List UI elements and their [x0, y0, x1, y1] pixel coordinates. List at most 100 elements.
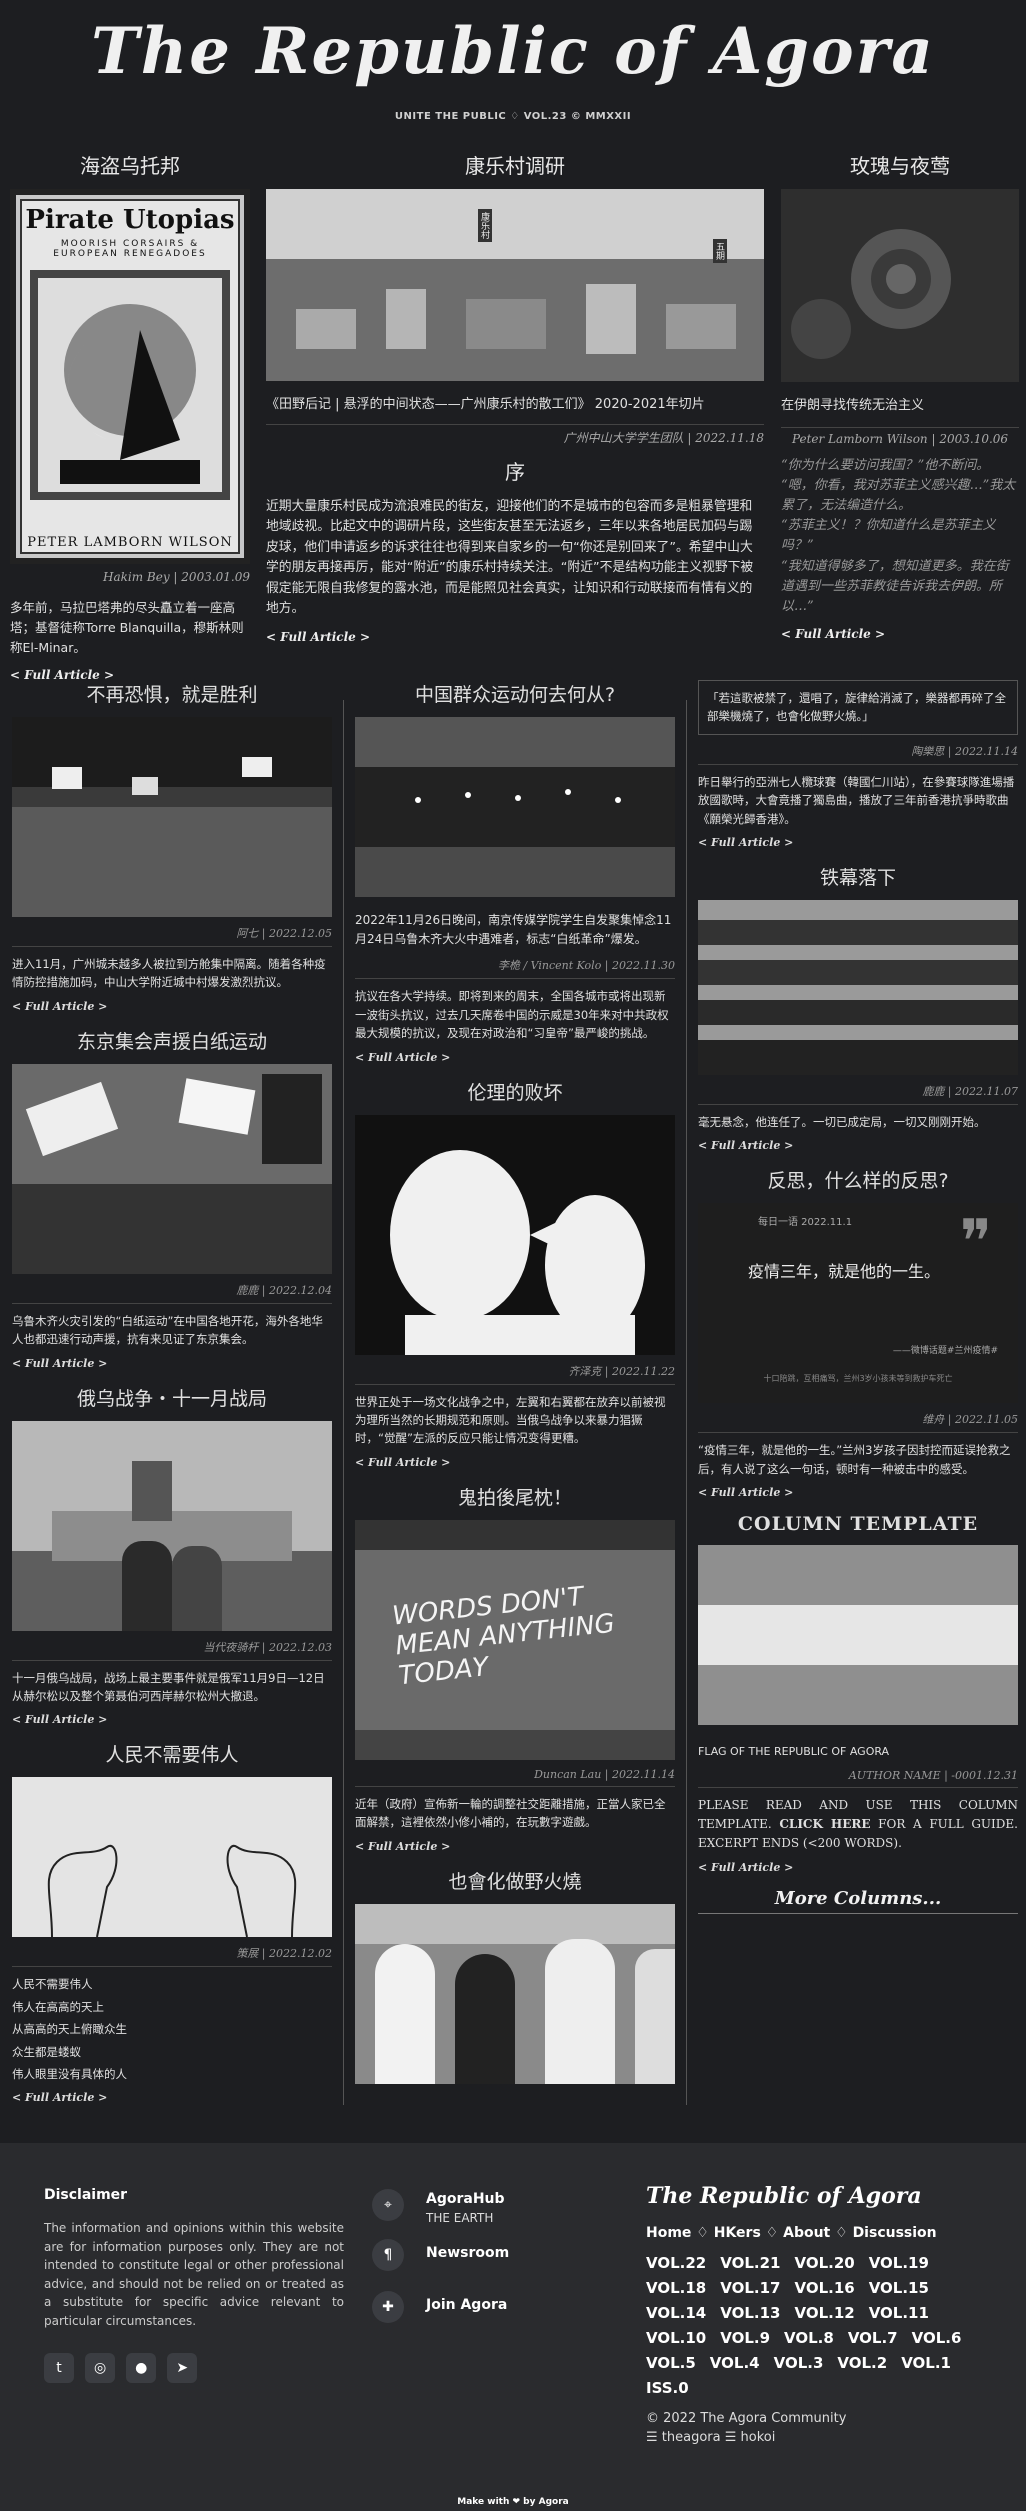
article-title[interactable]: 伦理的败坏: [355, 1078, 675, 1105]
volume-link[interactable]: VOL.10: [646, 2329, 706, 2347]
full-article-link[interactable]: < Full Article >: [355, 1840, 675, 1853]
volume-link[interactable]: VOL.2: [837, 2354, 887, 2372]
link-about[interactable]: About: [783, 2225, 830, 2241]
nav-agorahub[interactable]: AgoraHub: [426, 2191, 505, 2207]
volume-link[interactable]: VOL.16: [794, 2279, 854, 2297]
quote-card-footer: 十口陪跳，互相痛骂，兰州3岁小孩未等到救护车死亡: [763, 1374, 953, 1384]
twitter-icon[interactable]: t: [44, 2352, 74, 2383]
volume-link[interactable]: VOL.13: [720, 2304, 780, 2322]
full-article-link[interactable]: < Full Article >: [355, 1051, 675, 1064]
article-title[interactable]: 中国群众运动何去何从?: [355, 680, 675, 707]
cover-subtitle: MOORISH CORSAIRS & EUROPEAN RENEGADOES: [53, 239, 207, 259]
cover-title: Pirate Utopias: [25, 205, 235, 235]
article-title[interactable]: 也會化做野火燒: [355, 1867, 675, 1894]
columns-section: 不再恐惧，就是胜利 阿七 | 2022.12.05 进入11月，广州城未越多人被…: [0, 680, 1026, 2120]
volume-link[interactable]: VOL.21: [720, 2254, 780, 2272]
tokyo-rally-photo[interactable]: [12, 1063, 332, 1274]
link-hkers[interactable]: HKers: [714, 2225, 761, 2241]
full-article-link[interactable]: < Full Article >: [698, 836, 1018, 849]
volume-link[interactable]: ISS.0: [646, 2379, 689, 2397]
volume-link[interactable]: VOL.19: [869, 2254, 929, 2272]
volume-link[interactable]: VOL.11: [869, 2304, 929, 2322]
credits[interactable]: ☰ theagora ☰ hokoi: [646, 2430, 986, 2445]
full-article-link[interactable]: < Full Article >: [266, 630, 764, 644]
article-title[interactable]: 人民不需要伟人: [12, 1740, 332, 1767]
protest-night-photo[interactable]: [12, 717, 332, 917]
full-article-link[interactable]: < Full Article >: [698, 1861, 1018, 1874]
hands-sketch[interactable]: [12, 1777, 332, 1938]
volume-link[interactable]: VOL.7: [848, 2329, 898, 2347]
full-article-link[interactable]: < Full Article >: [12, 2091, 332, 2104]
rose-photo[interactable]: [781, 189, 1019, 382]
volume-link[interactable]: VOL.6: [912, 2329, 962, 2347]
poem: 人民不需要伟人 伟人在高高的天上 从高高的天上俯瞰众生 众生都是蝼蚁 伟人眼里没…: [12, 1975, 332, 2083]
full-article-link[interactable]: < Full Article >: [12, 1000, 332, 1013]
copyright: © 2022 The Agora Community: [646, 2411, 847, 2426]
column-divider: [686, 700, 687, 2105]
telegram-icon[interactable]: ➤: [167, 2352, 198, 2383]
war-memorial-photo[interactable]: [12, 1420, 332, 1631]
byline: 策展 | 2022.12.02: [12, 1945, 332, 1968]
quote-card-image[interactable]: 每日一语 2022.11.1 ❞ 疫情三年，就是他的一生。 ——微博话题#兰州疫…: [698, 1203, 1018, 1404]
full-article-link[interactable]: < Full Article >: [781, 627, 1019, 641]
article-title[interactable]: 东京集会声援白纸运动: [12, 1027, 332, 1054]
reddit-icon[interactable]: ●: [126, 2352, 157, 2383]
city-aerial-photo[interactable]: 康乐村 五期: [266, 189, 764, 381]
volume-link[interactable]: VOL.12: [794, 2304, 854, 2322]
faces-illustration[interactable]: [355, 1114, 675, 1355]
footer-brand[interactable]: The Republic of Agora: [646, 2183, 986, 2209]
full-article-link[interactable]: < Full Article >: [12, 1357, 332, 1370]
volume-link[interactable]: VOL.18: [646, 2279, 706, 2297]
link-discussion[interactable]: Discussion: [853, 2225, 937, 2241]
article-title[interactable]: 反思，什么样的反思?: [698, 1166, 1018, 1193]
feature-title[interactable]: 海盗乌托邦: [10, 150, 250, 179]
lead: 2022年11月26日晚间，南京传媒学院学生自发聚集悼念11月24日乌鲁木齐大火…: [355, 913, 672, 947]
nav-newsroom[interactable]: Newsroom: [426, 2245, 509, 2261]
volume-link[interactable]: VOL.8: [784, 2329, 834, 2347]
location-icon: ⌖: [372, 2189, 404, 2221]
article-title[interactable]: 铁幕落下: [698, 863, 1018, 890]
excerpt: “疫情三年，就是他的一生。”兰州3岁孩子因封控而延误抢救之后，有人说了这么一句话…: [698, 1443, 1011, 1476]
full-article-link[interactable]: < Full Article >: [698, 1486, 1018, 1499]
volume-link[interactable]: VOL.15: [869, 2279, 929, 2297]
volume-link[interactable]: VOL.22: [646, 2254, 706, 2272]
volume-link[interactable]: VOL.17: [720, 2279, 780, 2297]
link-home[interactable]: Home: [646, 2225, 691, 2241]
excerpt: 抗议在各大学持续。即将到来的周末，全国各城市或将出现新一波街头抗议，过去几天席卷…: [355, 989, 669, 1041]
full-article-link[interactable]: < Full Article >: [12, 1713, 332, 1726]
guide-link[interactable]: CLICK HERE: [779, 1817, 870, 1831]
volume-link[interactable]: VOL.1: [901, 2354, 951, 2372]
full-article-link[interactable]: < Full Article >: [355, 1456, 675, 1469]
article-title[interactable]: 不再恐惧，就是胜利: [12, 680, 332, 707]
article-title[interactable]: 鬼拍後尾枕！: [355, 1483, 675, 1510]
volume-link[interactable]: VOL.9: [720, 2329, 770, 2347]
graffiti-wall-photo[interactable]: WORDS DON'T MEAN ANYTHING TODAY: [355, 1519, 675, 1760]
volume-link[interactable]: VOL.5: [646, 2354, 696, 2372]
nav-join-agora[interactable]: Join Agora: [426, 2297, 507, 2313]
volume-link[interactable]: VOL.3: [774, 2354, 824, 2372]
volume-link[interactable]: VOL.14: [646, 2304, 706, 2322]
volume-link[interactable]: VOL.4: [710, 2354, 760, 2372]
book-cover-image[interactable]: Pirate Utopias MOORISH CORSAIRS & EUROPE…: [10, 189, 250, 564]
feature-title[interactable]: 康乐村调研: [266, 150, 764, 179]
article-title[interactable]: 俄乌战争・十一月战局: [12, 1384, 332, 1411]
vigil-photo[interactable]: [355, 717, 675, 897]
tagline: UNITE THE PUBLIC ♢ VOL.23 © MMXXII: [394, 111, 632, 122]
agora-flag[interactable]: [698, 1545, 1018, 1726]
feature-rose-nightingale: 玫瑰与夜莺 在伊朗寻找传统无治主义 Peter Lamborn Wilson |…: [781, 150, 1019, 641]
moon-ship-illustration: [30, 270, 230, 500]
more-columns-link[interactable]: More Columns...: [698, 1888, 1018, 1915]
excerpt: 世界正处于一场文化战争之中，左翼和右翼都在放弃以前被视为理所当然的长期规范和原则…: [355, 1394, 666, 1446]
feature-title[interactable]: 玫瑰与夜莺: [781, 150, 1019, 179]
site-footer: Disclaimer The information and opinions …: [0, 2143, 1026, 2511]
excerpt: 昨日舉行的亞洲七人欖球賽（韓國仁川站），在參賽球隊進場播放國歌時，大會竟播了獨島…: [698, 774, 1015, 826]
rugby-photo[interactable]: [355, 1903, 675, 2084]
github-icon[interactable]: ◎: [85, 2352, 116, 2383]
congress-photo[interactable]: [698, 899, 1018, 1075]
article-title[interactable]: COLUMN TEMPLATE: [698, 1513, 1018, 1535]
quote-list: “你为什么要访问我国？”他不断问。 “嗯，你看，我对苏菲主义感兴趣…”我太累了，…: [781, 456, 1019, 617]
full-article-link[interactable]: < Full Article >: [698, 1139, 1018, 1152]
volume-link[interactable]: VOL.20: [794, 2254, 854, 2272]
site-title[interactable]: The Republic of Agora: [0, 14, 1026, 89]
byline: Peter Lamborn Wilson | 2003.10.06: [781, 426, 1019, 446]
